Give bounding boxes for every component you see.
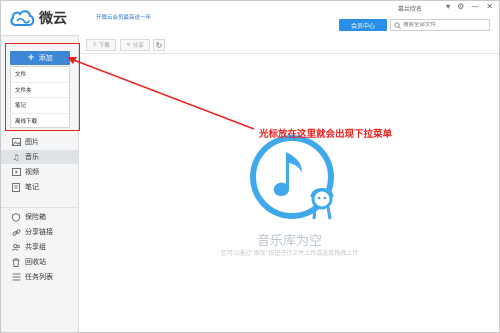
download-button[interactable]: ⇩ 下载 [86, 39, 116, 51]
empty-state-hint: 您可以通过"添加"按钮进行文件上传或直接拖拽上传 [220, 250, 359, 257]
member-center-label: 会员中心 [350, 22, 375, 30]
sidebar-item-label: 音乐 [25, 153, 39, 161]
download-icon: ⇩ [92, 42, 97, 48]
sidebar-item-label: 视频 [25, 168, 39, 176]
link-icon [11, 227, 21, 237]
toolbar: ⇩ 下载 ⋖ 分享 ↻ [80, 36, 499, 54]
sidebar-item-label: 任务列表 [25, 273, 53, 281]
search-input[interactable] [403, 22, 483, 28]
share-button[interactable]: ⋖ 分享 [120, 39, 150, 51]
sidebar-item-recycle-bin[interactable]: 回收站 [1, 255, 78, 269]
sidebar-item-share-links[interactable]: 分享链接 [1, 225, 78, 239]
search-icon [394, 21, 401, 29]
sidebar-item-label: 笔记 [25, 183, 39, 191]
sidebar-item-images[interactable]: 图片 [1, 135, 78, 149]
annotation-text: 光标放在这里就会出现下拉菜单 [259, 129, 393, 140]
chevron-down-icon[interactable]: ▾ [446, 2, 450, 11]
user-name[interactable]: 慕兰欣名 [398, 4, 422, 13]
refresh-button[interactable]: ↻ [153, 39, 165, 51]
weiyun-window: 微云 开微云会员最高送一年 慕兰欣名 ▾ ⚙ — ✕ 会员中心 + 添加 文件 [0, 0, 500, 333]
music-empty-icon [250, 135, 334, 220]
image-icon [11, 137, 21, 147]
sidebar-item-label: 共享组 [25, 243, 46, 251]
share-icon: ⋖ [126, 42, 131, 48]
group-icon [11, 242, 21, 252]
sidebar-item-video[interactable]: 视频 [1, 165, 78, 179]
task-list-icon [11, 272, 21, 282]
sidebar-item-label: 分享链接 [25, 228, 53, 236]
cloud-logo-icon [10, 10, 35, 26]
music-icon: ♫ [12, 152, 20, 162]
app-name: 微云 [39, 11, 67, 27]
sidebar-item-safe-box[interactable]: 保险箱 [1, 210, 78, 224]
close-icon[interactable]: ✕ [486, 2, 493, 11]
sidebar-item-label: 保险箱 [25, 213, 46, 221]
sidebar-item-label: 回收站 [25, 258, 46, 266]
header: 微云 开微云会员最高送一年 慕兰欣名 ▾ ⚙ — ✕ 会员中心 [1, 1, 499, 35]
promo-link[interactable]: 开微云会员最高送一年 [96, 13, 151, 21]
search-box[interactable] [390, 19, 490, 31]
minimize-icon[interactable]: — [471, 2, 479, 11]
video-icon [11, 167, 21, 177]
refresh-icon: ↻ [155, 40, 163, 50]
empty-state-title: 音乐库为空 [256, 234, 322, 249]
sidebar-item-label: 图片 [25, 138, 39, 146]
sidebar-item-task-list[interactable]: 任务列表 [1, 270, 78, 284]
member-center-button[interactable]: 会员中心 [339, 19, 387, 31]
sidebar-item-shared-groups[interactable]: 共享组 [1, 240, 78, 254]
sidebar-item-notes[interactable]: 笔记 [1, 180, 78, 194]
shield-icon [11, 212, 21, 222]
sidebar-item-music[interactable]: ♫ 音乐 [1, 150, 78, 164]
trash-icon [11, 257, 21, 267]
main-content: 音乐库为空 您可以通过"添加"按钮进行文件上传或直接拖拽上传 [80, 55, 499, 332]
app-logo: 微云 [9, 7, 67, 29]
sidebar-divider [1, 207, 78, 208]
note-icon [11, 182, 21, 192]
annotation-highlight-box [5, 43, 80, 131]
gear-icon[interactable]: ⚙ [457, 2, 464, 11]
window-controls: ▾ ⚙ — ✕ [446, 2, 493, 11]
download-label: 下载 [98, 43, 110, 49]
share-label: 分享 [132, 43, 144, 49]
